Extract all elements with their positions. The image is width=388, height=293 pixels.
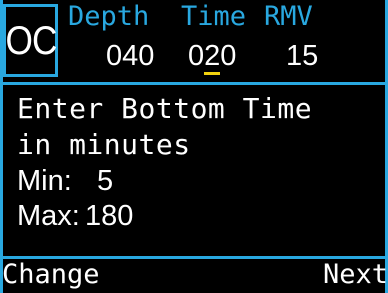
rmv-value: 15 xyxy=(286,40,319,72)
next-softkey[interactable]: Next xyxy=(323,261,388,288)
time-label: Time xyxy=(181,1,247,32)
max-label: Max: xyxy=(17,200,80,232)
dive-computer-screen: OC Depth Time RMV 040 020 15 Enter Botto… xyxy=(0,0,388,293)
planner-header: OC Depth Time RMV 040 020 15 xyxy=(0,0,388,85)
max-value: 180 xyxy=(85,200,134,232)
time-digit: 0 xyxy=(220,40,237,72)
prompt-line-1: Enter Bottom Time xyxy=(17,92,313,125)
min-value: 5 xyxy=(97,165,114,197)
prompt-line-2: in minutes xyxy=(17,128,191,161)
max-limit: Max: 180 xyxy=(17,202,133,231)
depth-label: Depth xyxy=(68,1,150,32)
time-value[interactable]: 020 xyxy=(188,40,237,75)
mode-label: OC xyxy=(4,18,57,63)
change-softkey[interactable]: Change xyxy=(2,261,100,288)
time-digit-cursor[interactable]: 2 xyxy=(204,42,221,75)
min-label: Min: xyxy=(17,165,72,197)
rmv-label: RMV xyxy=(264,1,313,32)
depth-value: 040 xyxy=(106,40,155,72)
mode-indicator: OC xyxy=(3,4,58,77)
time-digit: 0 xyxy=(188,40,205,72)
min-limit: Min: 5 xyxy=(17,167,113,196)
